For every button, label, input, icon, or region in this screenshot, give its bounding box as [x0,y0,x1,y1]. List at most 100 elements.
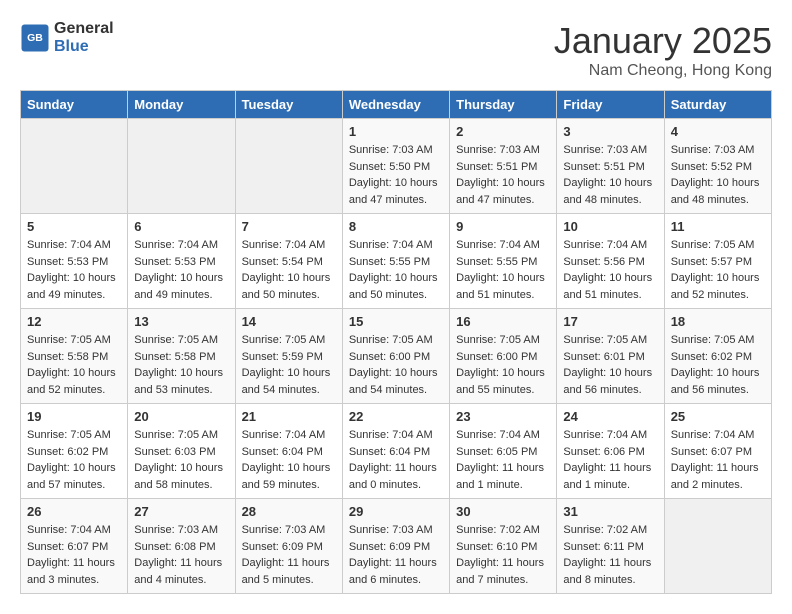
day-cell: 18Sunrise: 7:05 AMSunset: 6:02 PMDayligh… [664,309,771,404]
day-cell: 16 Sunrise: 7:05 AMSunset: 6:00 PMDayligh… [450,309,557,404]
logo-blue: Blue [54,38,89,55]
day-info: Sunrise: 7:04 AMSunset: 6:07 PMDaylight:… [27,522,121,588]
day-cell: 14 Sunrise: 7:05 AMSunset: 5:59 PMDayligh… [235,309,342,404]
day-number: 16 [456,314,550,329]
day-info: Sunrise: 7:04 AMSunset: 5:55 PMDaylight:… [456,237,550,303]
day-cell: 13 Sunrise: 7:05 AMSunset: 5:58 PMDayligh… [128,309,235,404]
calendar-header: SundayMondayTuesdayWednesdayThursdayFrid… [21,91,772,119]
header-day-tuesday: Tuesday [235,91,342,119]
logo-icon: GB [20,23,50,53]
day-cell: 28 Sunrise: 7:03 AMSunset: 6:09 PMDayligh… [235,499,342,594]
day-number: 24 [563,409,657,424]
calendar-body: 1Sunrise: 7:03 AMSunset: 5:50 PMDaylight… [21,119,772,594]
day-info: Sunrise: 7:04 AMSunset: 6:07 PMDaylight:… [671,427,765,493]
day-cell [664,499,771,594]
day-cell: 1Sunrise: 7:03 AMSunset: 5:50 PMDaylight… [342,119,449,214]
day-info: Sunrise: 7:04 AMSunset: 6:06 PMDaylight:… [563,427,657,493]
header-day-monday: Monday [128,91,235,119]
day-number: 14 [242,314,336,329]
day-cell: 5Sunrise: 7:04 AMSunset: 5:53 PMDaylight… [21,214,128,309]
day-info: Sunrise: 7:04 AMSunset: 6:04 PMDaylight:… [242,427,336,493]
day-number: 10 [563,219,657,234]
day-info: Sunrise: 7:03 AMSunset: 5:52 PMDaylight:… [671,142,765,208]
week-row-5: 26 Sunrise: 7:04 AMSunset: 6:07 PMDayligh… [21,499,772,594]
day-cell [235,119,342,214]
day-cell: 19Sunrise: 7:05 AMSunset: 6:02 PMDayligh… [21,404,128,499]
header-day-wednesday: Wednesday [342,91,449,119]
day-cell: 22 Sunrise: 7:04 AMSunset: 6:04 PMDayligh… [342,404,449,499]
day-number: 7 [242,219,336,234]
day-number: 20 [134,409,228,424]
day-number: 31 [563,504,657,519]
day-number: 22 [349,409,443,424]
day-number: 1 [349,124,443,139]
day-info: Sunrise: 7:04 AMSunset: 6:04 PMDaylight:… [349,427,443,493]
day-cell: 24 Sunrise: 7:04 AMSunset: 6:06 PMDayligh… [557,404,664,499]
day-cell: 8Sunrise: 7:04 AMSunset: 5:55 PMDaylight… [342,214,449,309]
logo-general: General [54,20,114,37]
day-number: 26 [27,504,121,519]
day-info: Sunrise: 7:05 AMSunset: 6:01 PMDaylight:… [563,332,657,398]
header-row: SundayMondayTuesdayWednesdayThursdayFrid… [21,91,772,119]
day-number: 8 [349,219,443,234]
day-info: Sunrise: 7:05 AMSunset: 6:00 PMDaylight:… [349,332,443,398]
day-cell: 23Sunrise: 7:04 AMSunset: 6:05 PMDayligh… [450,404,557,499]
day-number: 28 [242,504,336,519]
day-info: Sunrise: 7:04 AMSunset: 5:53 PMDaylight:… [134,237,228,303]
day-cell: 25Sunrise: 7:04 AMSunset: 6:07 PMDayligh… [664,404,771,499]
day-cell [128,119,235,214]
week-row-2: 5Sunrise: 7:04 AMSunset: 5:53 PMDaylight… [21,214,772,309]
day-cell: 31 Sunrise: 7:02 AMSunset: 6:11 PMDayligh… [557,499,664,594]
day-cell: 7 Sunrise: 7:04 AMSunset: 5:54 PMDaylight… [235,214,342,309]
day-info: Sunrise: 7:05 AMSunset: 6:00 PMDaylight:… [456,332,550,398]
day-cell: 9 Sunrise: 7:04 AMSunset: 5:55 PMDaylight… [450,214,557,309]
header-day-friday: Friday [557,91,664,119]
day-info: Sunrise: 7:05 AMSunset: 5:57 PMDaylight:… [671,237,765,303]
page-header: GB General Blue January 2025 Nam Cheong,… [20,20,772,80]
day-info: Sunrise: 7:05 AMSunset: 6:03 PMDaylight:… [134,427,228,493]
day-cell: 3Sunrise: 7:03 AMSunset: 5:51 PMDaylight… [557,119,664,214]
header-day-sunday: Sunday [21,91,128,119]
day-cell: 27 Sunrise: 7:03 AMSunset: 6:08 PMDayligh… [128,499,235,594]
day-number: 4 [671,124,765,139]
day-info: Sunrise: 7:04 AMSunset: 5:53 PMDaylight:… [27,237,121,303]
week-row-3: 12Sunrise: 7:05 AMSunset: 5:58 PMDayligh… [21,309,772,404]
day-number: 17 [563,314,657,329]
day-number: 2 [456,124,550,139]
day-info: Sunrise: 7:02 AMSunset: 6:10 PMDaylight:… [456,522,550,588]
day-number: 11 [671,219,765,234]
day-info: Sunrise: 7:03 AMSunset: 6:09 PMDaylight:… [349,522,443,588]
day-number: 30 [456,504,550,519]
logo: GB General Blue [20,20,114,56]
day-cell: 6Sunrise: 7:04 AMSunset: 5:53 PMDaylight… [128,214,235,309]
day-info: Sunrise: 7:03 AMSunset: 5:51 PMDaylight:… [563,142,657,208]
week-row-4: 19Sunrise: 7:05 AMSunset: 6:02 PMDayligh… [21,404,772,499]
day-cell: 29 Sunrise: 7:03 AMSunset: 6:09 PMDayligh… [342,499,449,594]
day-info: Sunrise: 7:05 AMSunset: 5:59 PMDaylight:… [242,332,336,398]
day-info: Sunrise: 7:05 AMSunset: 5:58 PMDaylight:… [134,332,228,398]
day-info: Sunrise: 7:03 AMSunset: 5:51 PMDaylight:… [456,142,550,208]
day-number: 13 [134,314,228,329]
day-cell: 12Sunrise: 7:05 AMSunset: 5:58 PMDayligh… [21,309,128,404]
header-day-saturday: Saturday [664,91,771,119]
day-info: Sunrise: 7:04 AMSunset: 5:56 PMDaylight:… [563,237,657,303]
day-info: Sunrise: 7:02 AMSunset: 6:11 PMDaylight:… [563,522,657,588]
day-number: 27 [134,504,228,519]
day-cell: 10 Sunrise: 7:04 AMSunset: 5:56 PMDayligh… [557,214,664,309]
month-title: January 2025 [554,20,772,62]
day-number: 21 [242,409,336,424]
calendar-table: SundayMondayTuesdayWednesdayThursdayFrid… [20,90,772,594]
day-number: 15 [349,314,443,329]
day-info: Sunrise: 7:05 AMSunset: 6:02 PMDaylight:… [671,332,765,398]
header-day-thursday: Thursday [450,91,557,119]
day-cell [21,119,128,214]
day-cell: 26 Sunrise: 7:04 AMSunset: 6:07 PMDayligh… [21,499,128,594]
day-cell: 15 Sunrise: 7:05 AMSunset: 6:00 PMDayligh… [342,309,449,404]
day-info: Sunrise: 7:03 AMSunset: 6:08 PMDaylight:… [134,522,228,588]
title-block: January 2025 Nam Cheong, Hong Kong [554,20,772,80]
day-info: Sunrise: 7:03 AMSunset: 6:09 PMDaylight:… [242,522,336,588]
day-info: Sunrise: 7:04 AMSunset: 5:54 PMDaylight:… [242,237,336,303]
day-number: 19 [27,409,121,424]
day-number: 9 [456,219,550,234]
day-number: 29 [349,504,443,519]
